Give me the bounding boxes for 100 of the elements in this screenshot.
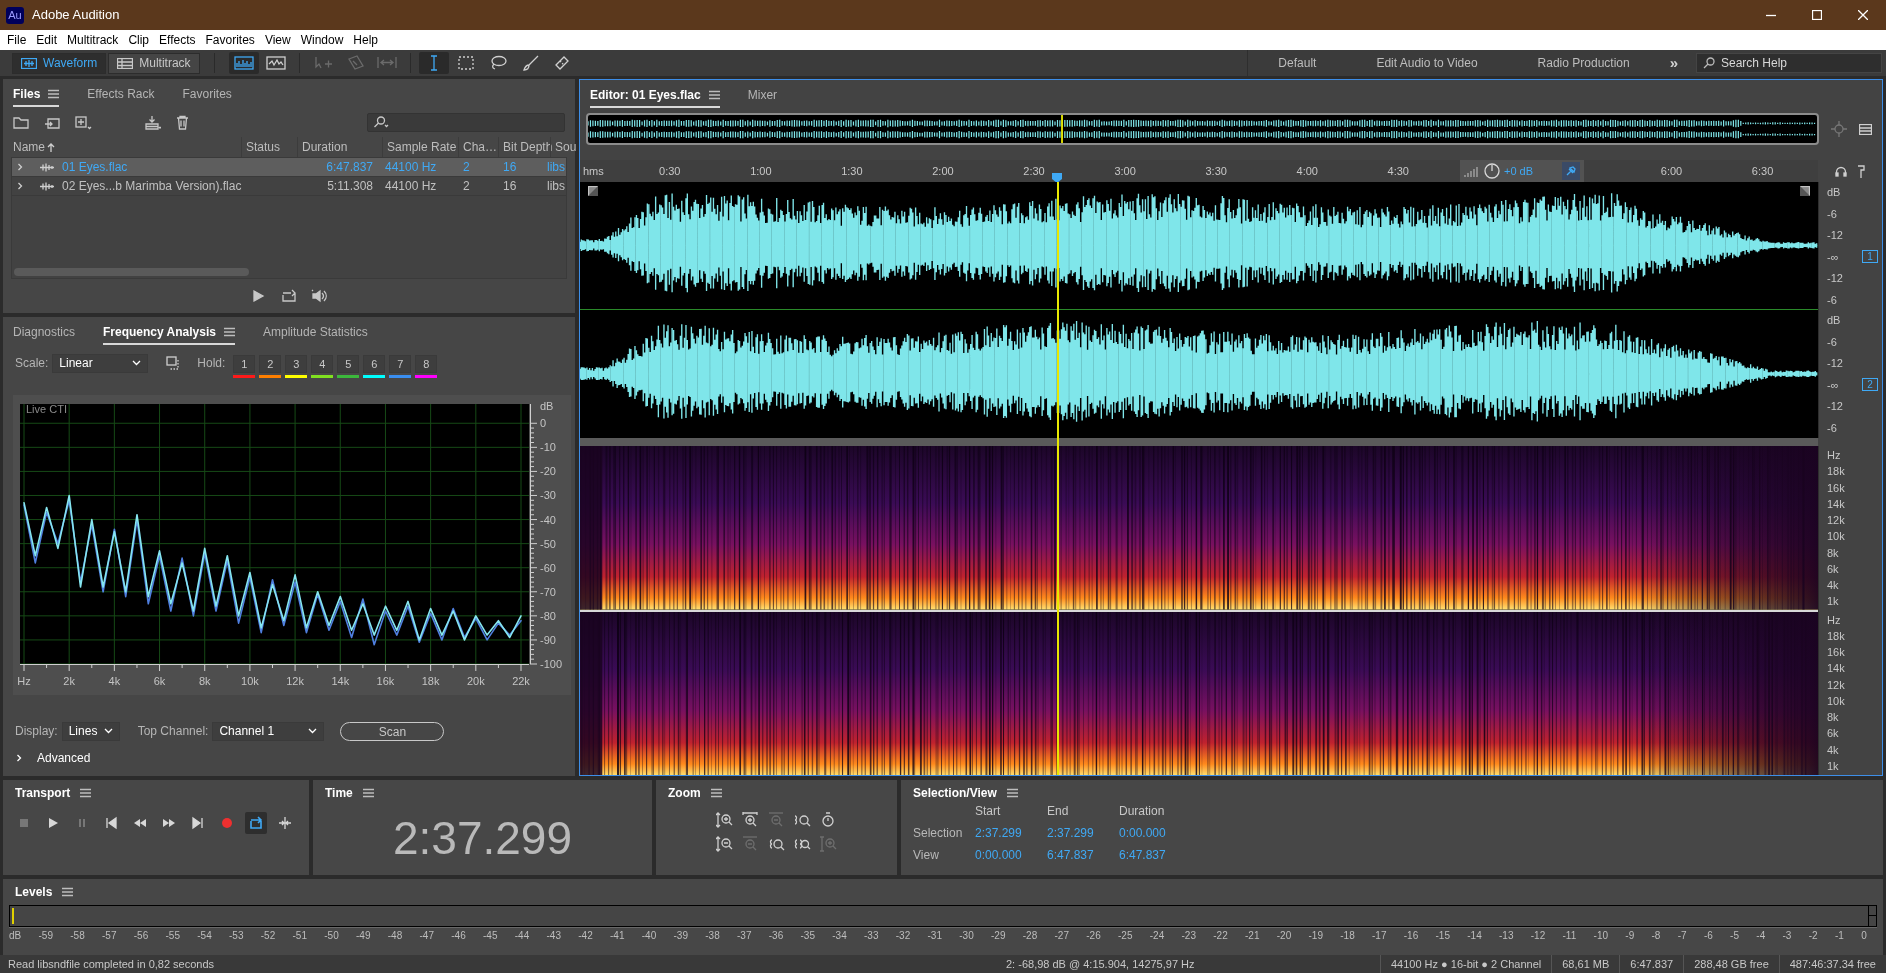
zoom-button[interactable] [714,834,735,854]
files-tool-button[interactable] [13,114,30,130]
scale-label: -∞ [1827,249,1839,265]
time-value[interactable]: 6:47.837 [1119,846,1199,864]
hold-button[interactable]: 5 [337,354,360,373]
menu-item[interactable]: Effects [154,30,201,50]
hold-button[interactable]: 3 [285,354,308,373]
more-workspaces-button[interactable]: » [1659,50,1688,76]
fade-handle-icon[interactable] [588,186,598,196]
channel-badge[interactable]: 1 [1862,250,1878,264]
hold-button[interactable]: 7 [389,354,412,373]
axis-label: -90 [540,633,556,646]
time-value[interactable]: 0:00.000 [1119,824,1199,842]
search-field[interactable] [367,112,565,132]
time-display: 2:37.299 [391,810,574,866]
advanced-toggle[interactable]: Advanced [3,746,575,770]
scale-label: -46 [451,931,466,941]
panel-tab[interactable]: Amplitude Statistics [262,321,368,343]
fade-handle-icon[interactable] [1800,186,1810,196]
panel-tab[interactable]: Diagnostics [13,321,76,343]
menu-icon[interactable] [80,788,92,798]
display-dropdown[interactable]: Lines [61,721,120,741]
hold-button[interactable]: 2 [259,354,282,373]
transport-button[interactable] [245,812,267,834]
hold-button[interactable]: 4 [311,354,334,373]
overview-waveform[interactable] [586,113,1819,145]
column-header[interactable]: Status [246,138,281,156]
menu-item[interactable]: File [2,30,32,50]
menu-icon[interactable] [62,887,74,897]
column-header[interactable]: Bit Depth [503,138,553,156]
tool-button[interactable] [418,52,449,74]
files-tool-button[interactable] [144,114,161,130]
preview-button[interactable] [281,289,297,303]
column-header[interactable]: Cha… [463,138,497,156]
channel-badge[interactable]: 2 [1862,378,1878,392]
time-value[interactable]: 2:37.299 [1047,824,1119,842]
view-mode-tab[interactable]: Multitrack [108,52,200,74]
menu-item[interactable]: Edit [31,30,63,50]
chevron-right-icon[interactable] [16,163,24,171]
spectrogram[interactable] [580,611,1818,775]
menu-icon[interactable] [710,788,722,798]
file-row[interactable]: 02 Eyes...b Marimba Version).flac 5:11.308 44100 Hz 2 16 libs [12,177,566,196]
panel-tab[interactable]: Editor: 01 Eyes.flac [590,84,701,106]
waveform[interactable] [580,310,1818,438]
menu-icon[interactable] [708,90,720,100]
menu-icon[interactable] [48,89,60,99]
time-value[interactable]: 0:00.000 [975,846,1047,864]
scale-label: -27 [1054,931,1069,941]
knob-icon[interactable] [1484,163,1500,179]
menu-item[interactable]: Favorites [200,30,260,50]
menu-icon[interactable] [1006,788,1018,798]
menu-item[interactable]: Clip [123,30,155,50]
hold-button[interactable]: 8 [415,354,438,373]
time-value[interactable]: 2:37.299 [975,824,1047,842]
axis-label: -80 [540,609,556,622]
search-field[interactable]: Search Help [1696,53,1882,73]
workspace-tab[interactable]: Default [1248,50,1347,76]
scale-dropdown[interactable]: Linear [52,353,149,373]
panel-tab[interactable]: Mixer [747,84,778,106]
marker-icon[interactable] [1857,164,1865,178]
scale-label: 0 [1861,931,1867,941]
menu-item[interactable]: Multitrack [62,30,124,50]
horizontal-scrollbar[interactable] [14,268,249,276]
scale-label: -30 [959,931,974,941]
pin-button[interactable] [1562,162,1580,180]
spectrogram[interactable] [580,446,1818,610]
preview-button[interactable] [311,289,327,303]
panel-tab[interactable]: Effects Rack [87,83,155,105]
channel-dropdown[interactable]: Channel 1 [212,721,325,741]
snapshot-button[interactable] [166,356,182,370]
playhead-marker-icon[interactable] [1051,172,1064,184]
chevron-right-icon[interactable] [16,182,24,190]
menu-icon[interactable] [362,788,374,798]
panel-tab[interactable]: Favorites [182,83,232,105]
workspace-tab[interactable]: Edit Audio to Video [1346,50,1508,76]
column-header[interactable]: Duration [302,138,348,156]
menu-icon[interactable] [223,327,235,337]
panel-tab[interactable]: Frequency Analysis [103,321,216,343]
playhead-line[interactable] [1057,182,1060,775]
panel-tab[interactable]: Files [13,83,41,105]
headphones-icon[interactable] [1835,165,1847,177]
zoom-button[interactable] [714,810,735,830]
workspace-tab[interactable]: Radio Production [1507,50,1660,76]
menu-item[interactable]: View [259,30,296,50]
hold-button[interactable]: 1 [233,354,256,373]
tool-button[interactable] [228,52,259,74]
hold-button[interactable]: 6 [363,354,386,373]
waveform[interactable] [580,182,1818,309]
menu-item[interactable]: Help [348,30,384,50]
table-cell-text: 2 [462,159,471,176]
files-tool-button[interactable] [75,114,92,130]
menu-icon[interactable] [1859,123,1872,135]
record-icon [220,816,234,830]
volume-control[interactable]: +0 dB [1460,160,1584,182]
menu-item[interactable]: Window [295,30,349,50]
column-header[interactable]: Name [13,138,45,156]
view-mode-tab[interactable]: Waveform [12,52,107,74]
column-header[interactable]: Sample Rate [387,138,457,156]
time-value[interactable]: 6:47.837 [1047,846,1119,864]
column-header[interactable]: Sou [555,138,577,156]
